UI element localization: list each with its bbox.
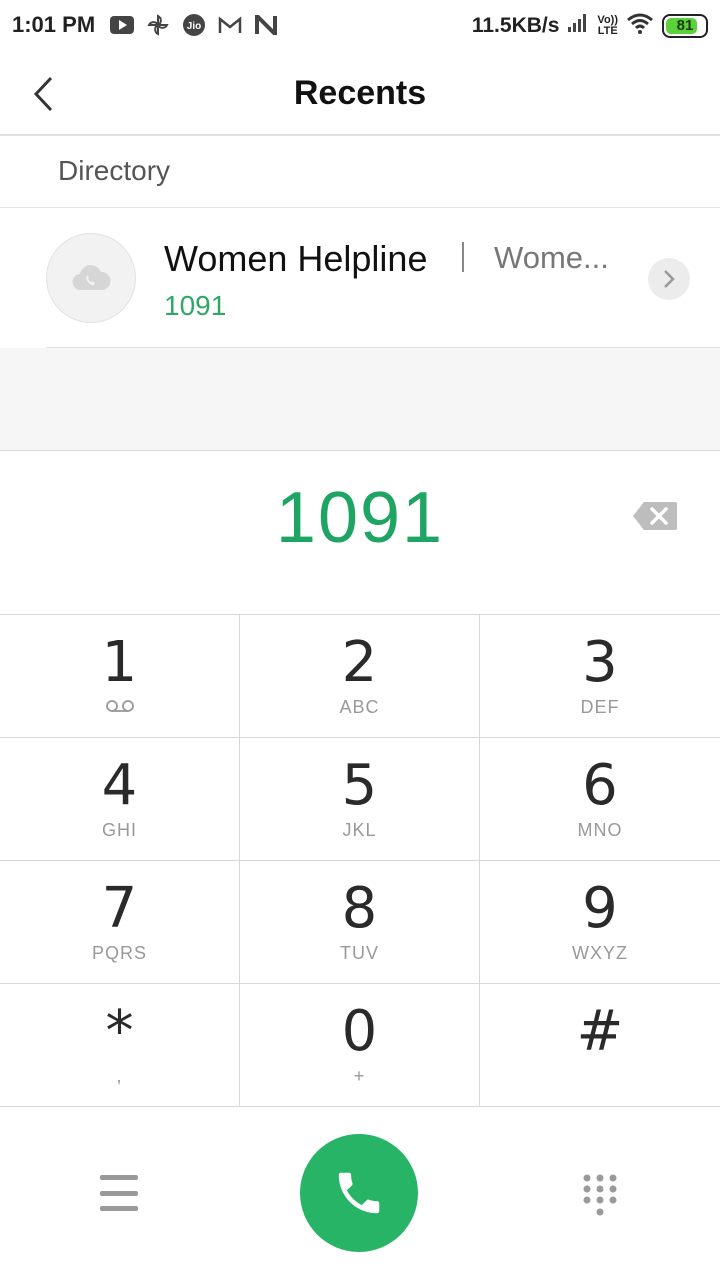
key-8[interactable]: 8 TUV [240,861,480,984]
key-digit: 1 [101,630,138,695]
key-digit: 4 [101,753,138,818]
bottom-bar [0,1108,720,1280]
key-letters: DEF [580,697,620,717]
svg-text:Jio: Jio [187,21,201,32]
avatar [46,233,136,323]
status-bar: 1:01 PM Jio 11.5KB/s Vo)) LTE 81 [0,0,720,52]
empty-area [0,348,720,450]
status-time: 1:01 PM [12,12,96,37]
key-digit: 7 [101,876,138,941]
key-letters: , [116,1066,123,1086]
key-star[interactable]: * , [0,984,240,1107]
key-digit: 9 [582,876,618,941]
key-letters: PQRS [91,943,147,963]
menu-icon-line [100,1206,138,1211]
key-4[interactable]: 4 GHI [0,738,240,861]
call-button[interactable] [300,1134,418,1252]
pinwheel-icon [146,13,170,37]
dialpad-toggle-button[interactable] [582,1174,618,1220]
key-6[interactable]: 6 MNO [480,738,720,861]
key-digit: 6 [582,753,618,818]
key-digit: 5 [341,753,378,818]
number-display: 1091 [0,450,720,614]
directory-label: Directory [58,155,171,186]
menu-button[interactable] [100,1175,138,1211]
status-right: 11.5KB/s Vo)) LTE 81 [472,12,708,39]
volte-bottom-text: LTE [597,24,618,37]
backspace-button[interactable] [632,501,678,531]
key-7[interactable]: 7 PQRS [0,861,240,984]
key-hash[interactable]: # [480,984,720,1107]
menu-icon-line [100,1190,138,1196]
volte-indicator: Vo)) LTE [597,14,618,37]
battery-icon: 81 [662,13,708,38]
contact-subtitle: Wome... [494,240,609,275]
key-1[interactable]: 1 [0,615,240,738]
key-letters: + [353,1066,366,1086]
key-letters: WXYZ [572,943,628,963]
directory-contact-row[interactable]: Women Helpline Wome... 1091 [0,208,720,348]
contact-name: Women Helpline [164,238,428,279]
jio-icon: Jio [182,13,206,37]
contact-separator [462,242,464,272]
voicemail-icon [105,700,134,712]
menu-icon-line [100,1175,138,1180]
n-icon [254,13,278,37]
key-digit: # [576,999,624,1064]
youtube-icon [110,13,134,37]
top-bar: Recents [0,52,720,136]
key-digit: 0 [341,999,378,1064]
gmail-icon [218,13,242,37]
wifi-icon [626,12,654,39]
backspace-icon [633,502,677,530]
cloud-phone-icon [72,265,111,291]
page-title: Recents [293,74,427,112]
key-letters: ABC [339,697,380,717]
net-speed: 11.5KB/s [471,13,560,37]
signal-icon [567,13,589,38]
key-digit: 2 [341,630,378,695]
dial-keypad: 1 2 ABC 3 DEF 4 GHI 5 JKL 6 MNO 7 PQRS 8… [0,614,720,1108]
battery-percent: 81 [676,17,694,34]
notification-icons: Jio [110,13,278,37]
contact-details-button[interactable] [648,258,690,300]
dialed-number: 1091 [275,478,445,558]
key-letters: JKL [342,820,377,840]
key-digit: * [105,999,134,1064]
key-digit: 3 [582,630,618,695]
chevron-right-icon [664,270,675,288]
key-digit: 8 [341,876,378,941]
key-0[interactable]: 0 + [240,984,480,1107]
key-letters: TUV [340,943,379,963]
key-2[interactable]: 2 ABC [240,615,480,738]
key-letters: MNO [577,820,623,840]
key-9[interactable]: 9 WXYZ [480,861,720,984]
key-letters: GHI [101,820,137,840]
contact-number: 1091 [164,290,227,321]
key-3[interactable]: 3 DEF [480,615,720,738]
dialpad-icon [583,1174,617,1216]
phone-icon [338,1172,380,1214]
key-5[interactable]: 5 JKL [240,738,480,861]
